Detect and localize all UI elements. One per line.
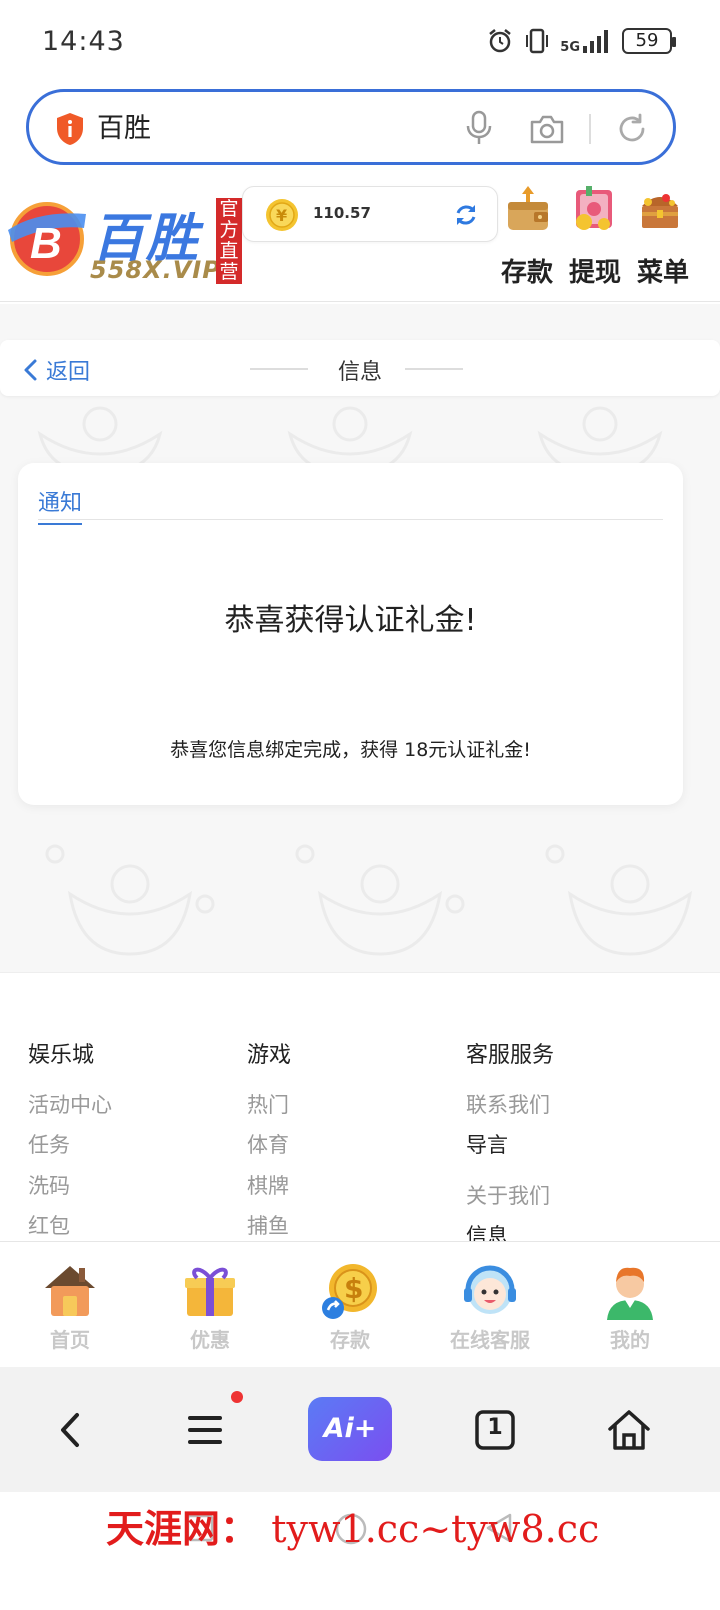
svg-text:$: $: [344, 1272, 363, 1305]
footer-heading: 娱乐城: [28, 1043, 95, 1068]
footer-heading: 客服服务: [466, 1043, 555, 1068]
divider: [589, 114, 591, 144]
signal-5g-icon: 5G: [560, 28, 612, 54]
footer-link[interactable]: 联系我们: [466, 1089, 550, 1119]
footer-link[interactable]: 捕鱼: [247, 1210, 289, 1240]
tab-profile[interactable]: 我的: [560, 1260, 700, 1353]
coin-deposit-icon: $: [322, 1264, 377, 1319]
notice-card: 通知 恭喜获得认证礼金! 恭喜您信息绑定完成，获得 18元认证礼金!: [18, 463, 683, 805]
tab-label: 我的: [610, 1328, 650, 1352]
reload-icon[interactable]: [615, 112, 649, 146]
safe-icon[interactable]: [570, 184, 618, 234]
status-icons: 5G 59: [486, 24, 676, 58]
site-header: B 百胜 558X.VIP 官方直营 ¥ 110.57 存款 提现 菜单: [0, 180, 720, 302]
footer-link[interactable]: 红包: [28, 1210, 70, 1240]
back-arrow-icon[interactable]: [46, 1405, 96, 1455]
treasure-chest-icon[interactable]: [636, 184, 684, 234]
footer-link[interactable]: 体育: [247, 1129, 289, 1159]
svg-text:¥: ¥: [276, 206, 287, 225]
system-navigation: 天涯网： tyw1.cc~tyw8.cc: [0, 1492, 720, 1610]
brand-domain: 558X.VIP: [90, 256, 221, 284]
watermark-name: 天涯网：: [106, 1506, 259, 1551]
tab-label: 存款: [330, 1328, 370, 1352]
footer-link[interactable]: 任务: [28, 1129, 70, 1159]
security-shield-icon[interactable]: [55, 112, 85, 146]
watermark: 天涯网： tyw1.cc~tyw8.cc: [106, 1498, 599, 1553]
notification-dot: [231, 1391, 243, 1403]
gift-icon: [185, 1267, 235, 1316]
footer-link[interactable]: 热门: [247, 1089, 289, 1119]
tab-promotions[interactable]: 优惠: [140, 1260, 280, 1353]
menu-icon[interactable]: [180, 1405, 230, 1455]
svg-text:B: B: [30, 219, 62, 268]
search-input[interactable]: [97, 110, 397, 141]
home-icon: [45, 1266, 95, 1316]
battery-indicator: 59: [622, 28, 676, 54]
tab-online-support[interactable]: 在线客服: [420, 1260, 560, 1353]
watermark-urls: tyw1.cc~tyw8.cc: [271, 1507, 600, 1551]
status-time: 14:43: [42, 26, 125, 57]
tab-deposit[interactable]: $ 存款: [280, 1260, 420, 1353]
site-tab-bar: 首页 优惠 $ 存款 在线客服 我的: [0, 1241, 720, 1367]
refresh-balance-icon[interactable]: [453, 202, 479, 228]
tab-label: 在线客服: [450, 1328, 530, 1352]
footer-link[interactable]: 洗码: [28, 1170, 70, 1200]
wallet-icon[interactable]: [504, 184, 552, 234]
browser-toolbar: Ai+ 1: [0, 1367, 720, 1492]
title-decoration-right: [405, 368, 463, 370]
official-badge: 官方直营: [216, 198, 242, 284]
balance-box: ¥ 110.57: [242, 186, 498, 242]
page-title: 信息: [337, 360, 382, 385]
microphone-icon[interactable]: [465, 110, 493, 146]
alarm-icon: [489, 29, 512, 53]
footer-link[interactable]: 棋牌: [247, 1170, 289, 1200]
notice-headline: 恭喜获得认证礼金!: [224, 603, 477, 638]
tabs-button[interactable]: 1: [470, 1405, 520, 1455]
gold-coin-icon: ¥: [266, 199, 298, 231]
tab-count: 1: [487, 1415, 503, 1440]
status-bar: 14:43 5G 59: [0, 0, 720, 84]
footer-links: 娱乐城 活动中心 任务 洗码 红包 游戏 热门 体育 棋牌 捕鱼 客服服务 联系…: [0, 972, 720, 1248]
support-agent-icon: [464, 1265, 516, 1314]
footer-link[interactable]: 关于我们: [466, 1180, 550, 1210]
footer-heading: 游戏: [247, 1043, 292, 1068]
page-nav-bar: 返回 信息: [0, 340, 720, 396]
user-icon: [607, 1267, 653, 1320]
ai-assistant-button[interactable]: Ai+: [308, 1397, 392, 1461]
header-menu-label[interactable]: 菜单: [637, 252, 689, 289]
title-decoration-left: [250, 368, 308, 370]
balance-amount: 110.57: [313, 204, 371, 222]
tab-label: 优惠: [190, 1328, 230, 1352]
footer-link[interactable]: 活动中心: [28, 1089, 112, 1119]
tab-divider: [38, 519, 663, 520]
tab-label: 首页: [50, 1328, 90, 1352]
header-deposit-label[interactable]: 存款: [501, 252, 553, 289]
address-search-bar[interactable]: [26, 89, 676, 165]
vibrate-icon: [526, 28, 549, 54]
tab-home[interactable]: 首页: [0, 1260, 140, 1353]
brand-logo[interactable]: B 百胜 558X.VIP 官方直营: [8, 192, 242, 288]
header-withdraw-label[interactable]: 提现: [569, 252, 621, 289]
b-logo-icon: B: [8, 202, 86, 276]
notice-message: 恭喜您信息绑定完成，获得 18元认证礼金!: [170, 739, 531, 761]
camera-icon[interactable]: [529, 114, 565, 144]
home-browser-icon[interactable]: [604, 1405, 654, 1455]
footer-link[interactable]: 导言: [466, 1129, 508, 1159]
